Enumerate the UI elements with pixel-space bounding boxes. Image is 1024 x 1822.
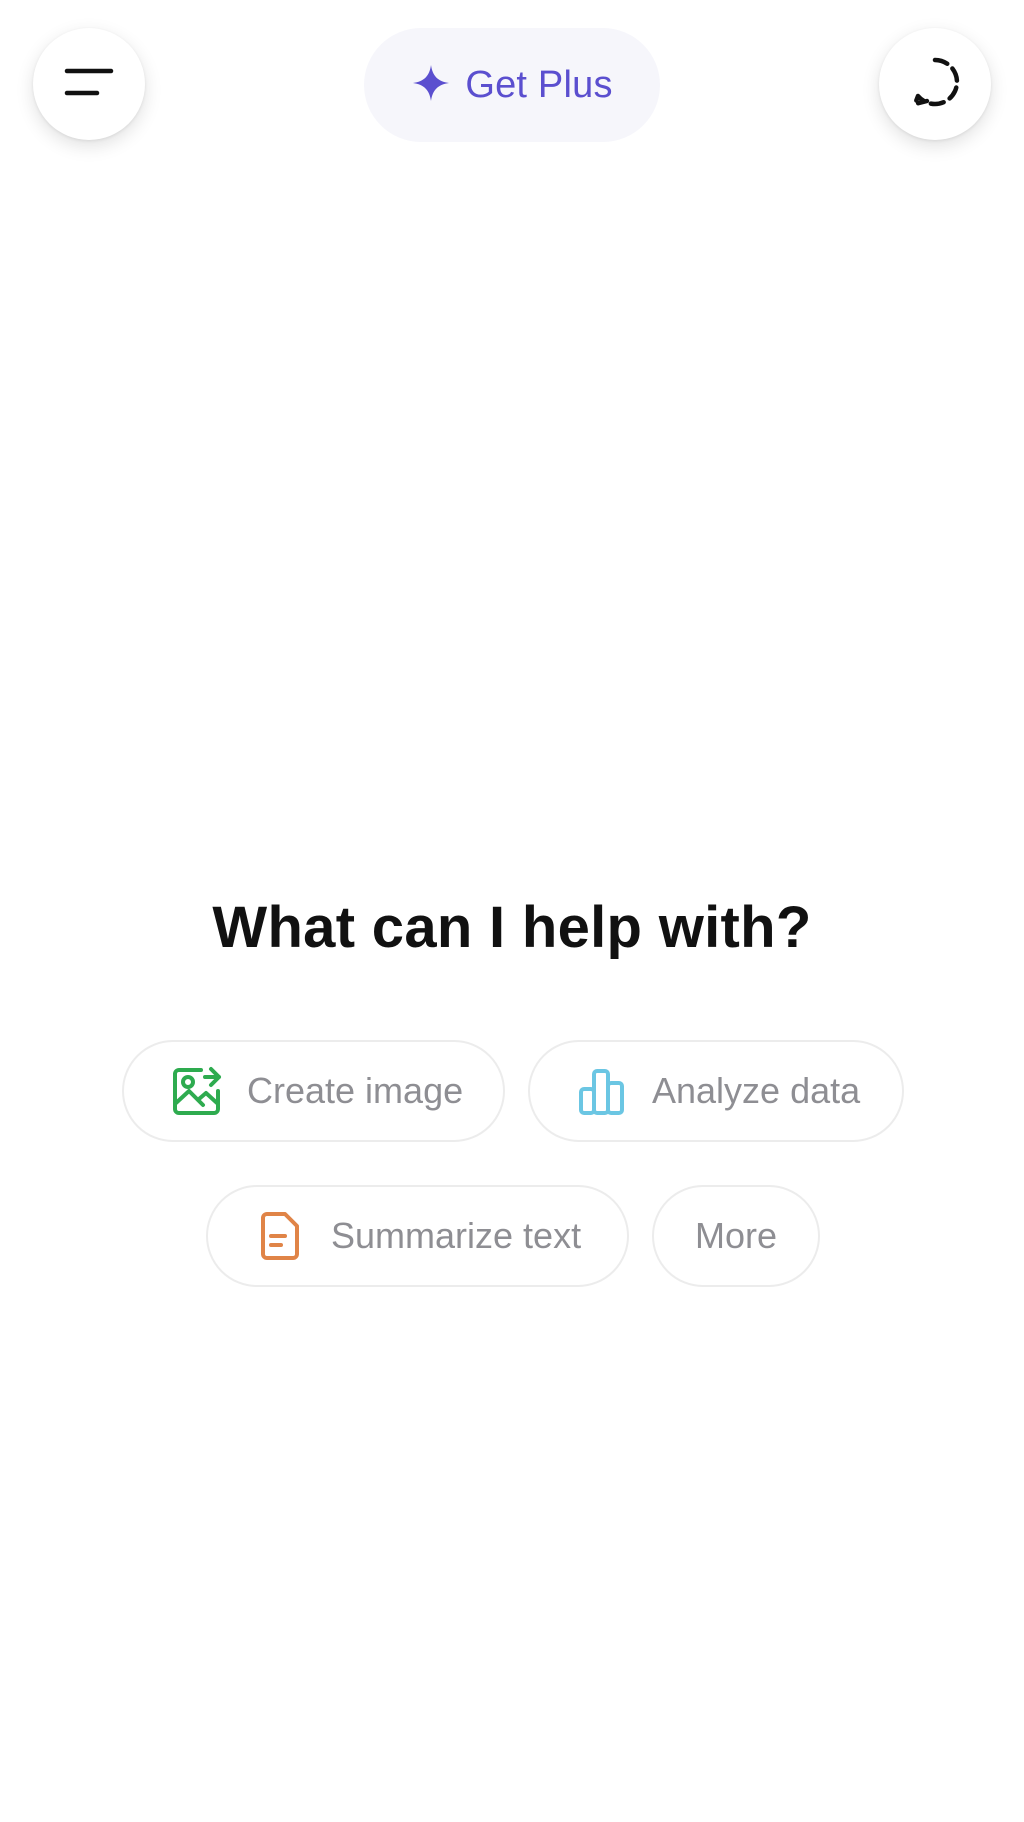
document-icon	[253, 1208, 309, 1264]
temporary-chat-button[interactable]	[879, 28, 991, 140]
summarize-text-chip[interactable]: Summarize text	[206, 1185, 629, 1287]
image-icon	[169, 1063, 225, 1119]
more-label: More	[694, 1215, 778, 1256]
get-plus-label: Get Plus	[465, 63, 613, 106]
sparkle-icon	[411, 63, 451, 108]
menu-icon	[64, 67, 114, 102]
app-screen: Get Plus What can I help with? Create im…	[0, 0, 1024, 1822]
analyze-data-chip[interactable]: Analyze data	[528, 1040, 904, 1142]
bar-chart-icon	[574, 1063, 630, 1119]
analyze-data-label: Analyze data	[652, 1070, 861, 1111]
create-image-chip[interactable]: Create image	[122, 1040, 505, 1142]
create-image-label: Create image	[247, 1070, 464, 1111]
temporary-chat-icon	[907, 54, 963, 115]
more-chip[interactable]: More	[652, 1185, 820, 1287]
page-title: What can I help with?	[212, 895, 812, 960]
get-plus-button[interactable]: Get Plus	[364, 28, 660, 142]
menu-button[interactable]	[33, 28, 145, 140]
summarize-text-label: Summarize text	[331, 1215, 582, 1256]
